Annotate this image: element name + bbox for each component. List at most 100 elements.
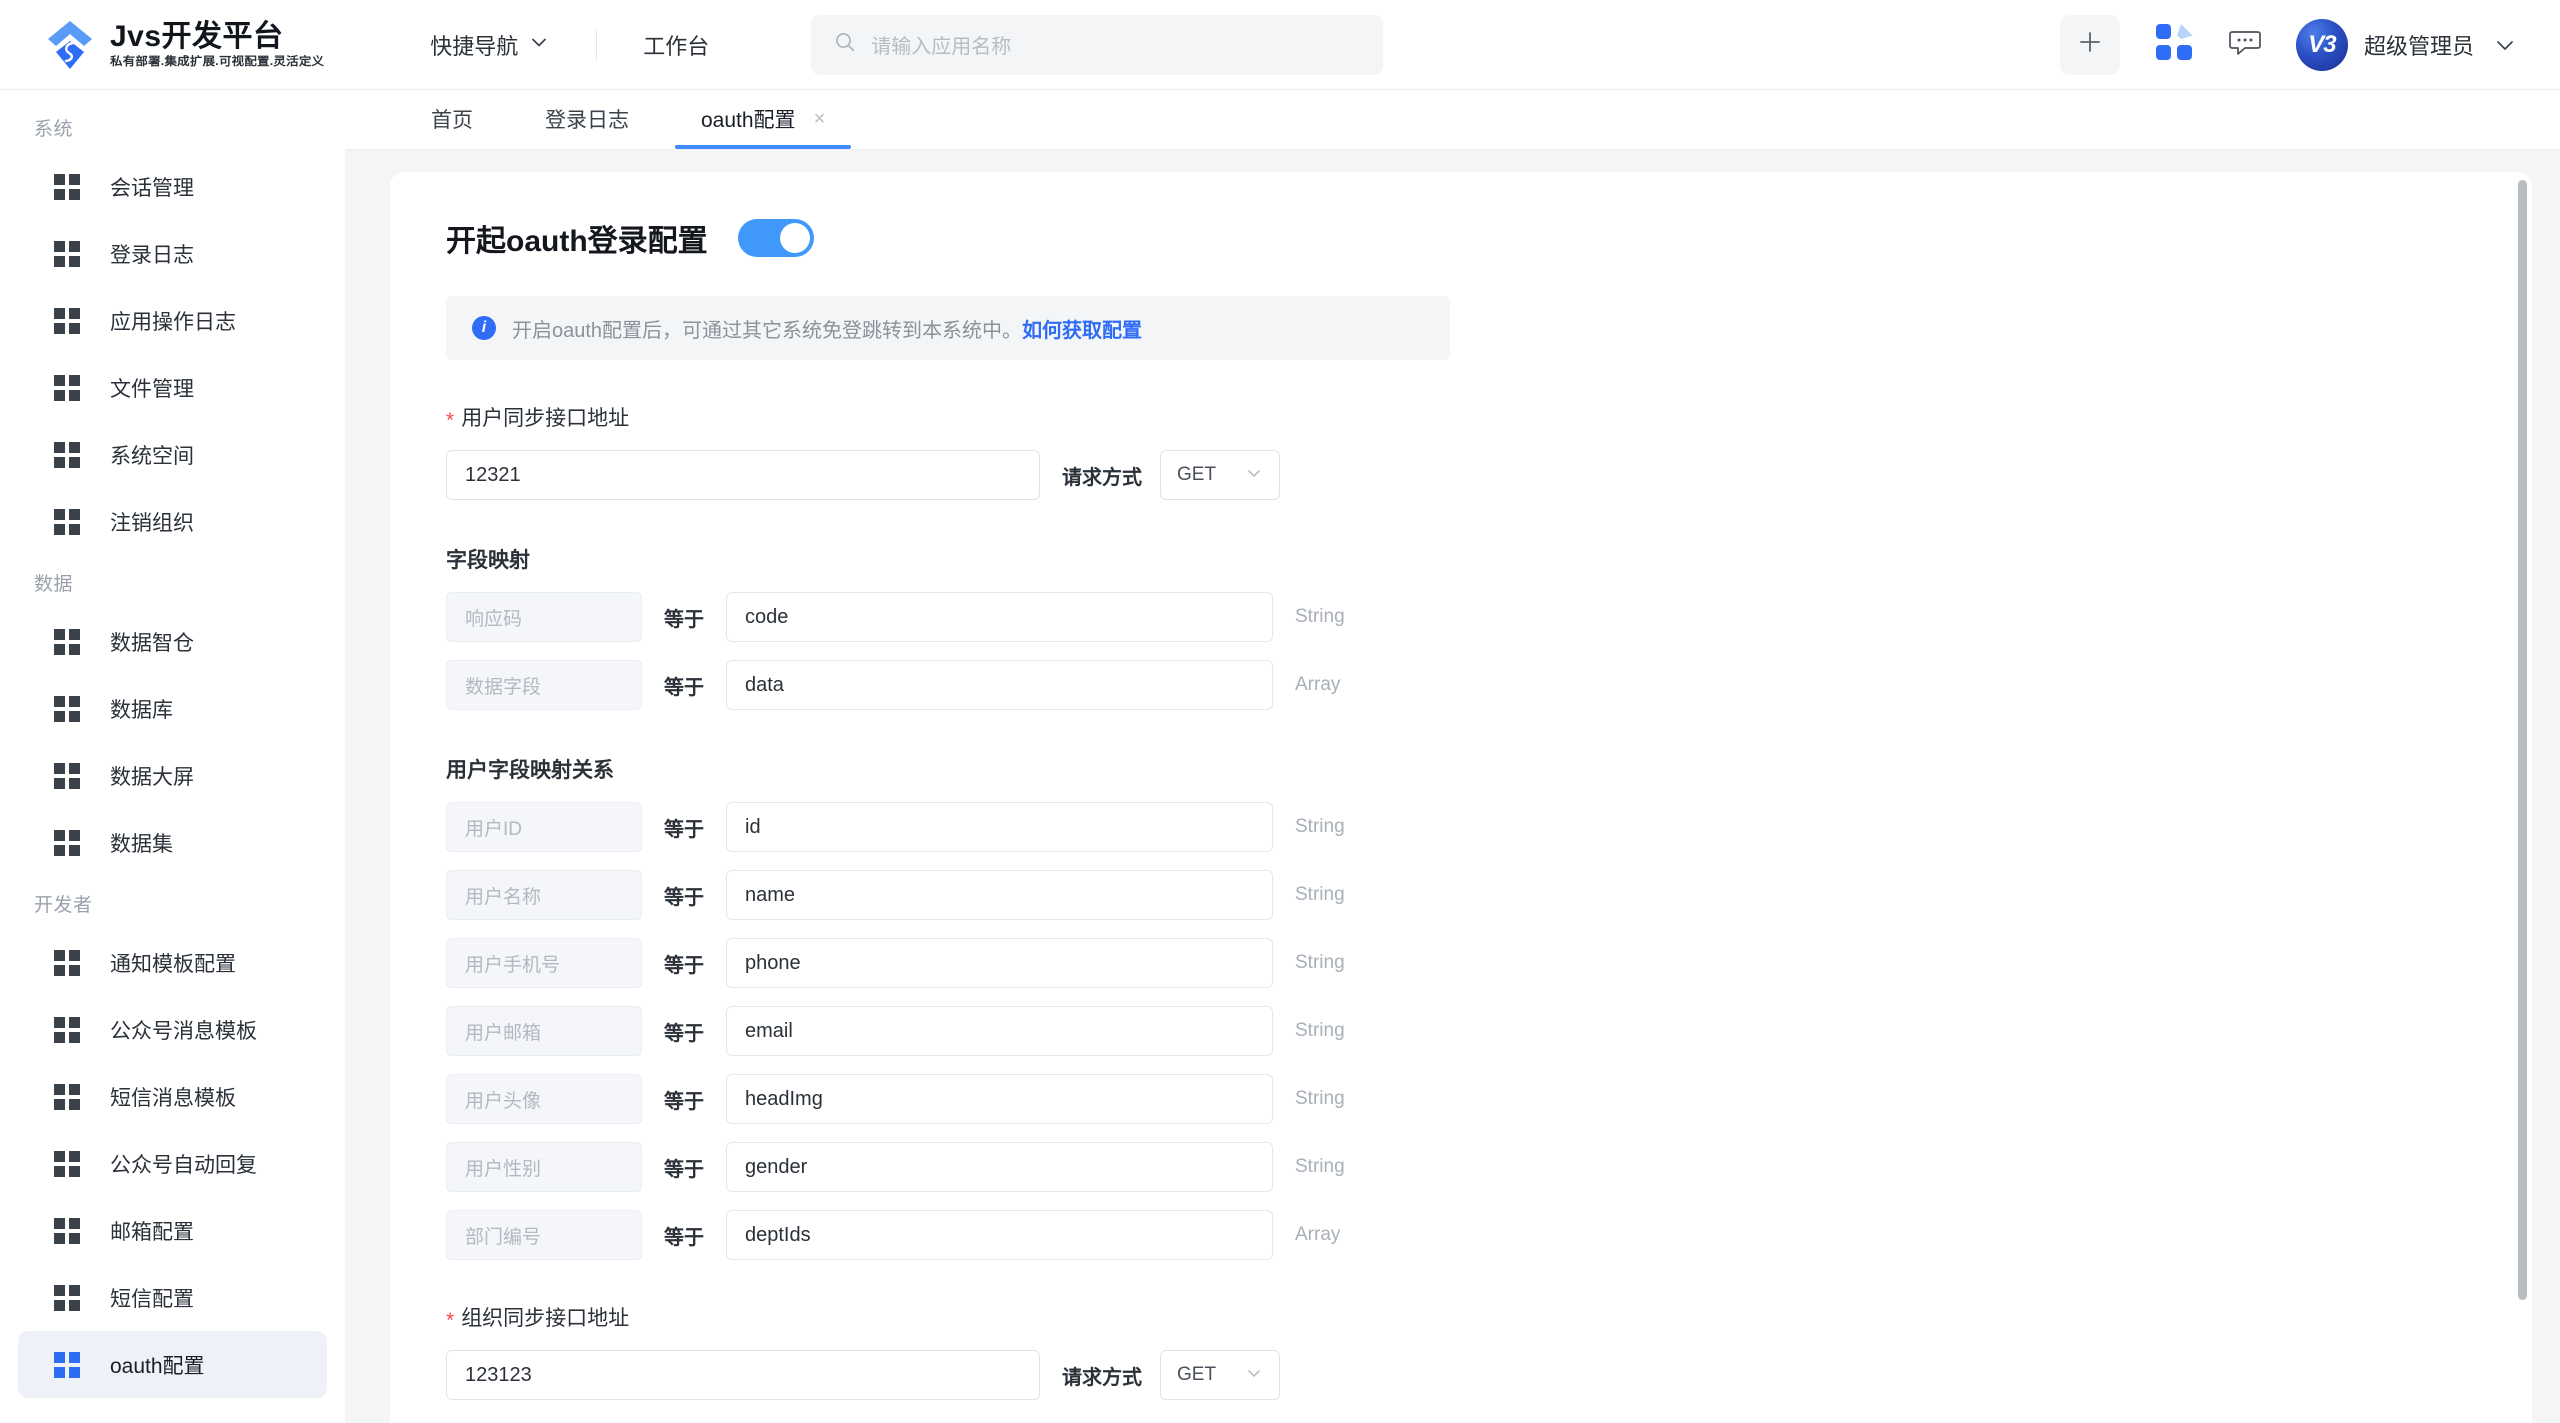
sidebar-group-title: 数据 [34, 574, 74, 595]
user-sync-api-row: 12321 请求方式 GET [446, 450, 2532, 500]
tab-1[interactable]: 登录日志 [519, 89, 655, 149]
mapping-value-input[interactable]: code [726, 592, 1273, 642]
sidebar-item-label: 文件管理 [110, 377, 194, 401]
tab-label: 登录日志 [545, 109, 629, 132]
sidebar-item-短信消息模板[interactable]: 短信消息模板 [18, 1063, 327, 1130]
equals-label: 等于 [664, 1226, 704, 1249]
sidebar: 系统 会话管理 登录日志 应用操作日志 文件管理 系统空间 注销组织 数据 数据智仓 数据库 数据大… [0, 90, 345, 1423]
top-nav: 快捷导航 工作台 [424, 29, 715, 61]
org-sync-api-input[interactable]: 123123 [446, 1350, 1040, 1400]
sidebar-item-数据大屏[interactable]: 数据大屏 [18, 742, 327, 809]
mapping-row: 用户手机号 等于 phone String [446, 938, 2532, 988]
mapping-row: 部门编号 等于 deptIds Array [446, 1210, 2532, 1260]
sidebar-item-数据集[interactable]: 数据集 [18, 809, 327, 876]
sidebar-item-登录日志[interactable]: 登录日志 [18, 220, 327, 287]
mapping-value-input[interactable]: name [726, 870, 1273, 920]
info-alert: i 开启oauth配置后，可通过其它系统免登跳转到本系统中。如何获取配置 [446, 296, 1450, 360]
content-scrollbar[interactable] [2518, 180, 2527, 1300]
brand-subtitle: 私有部署.集成扩展.可视配置.灵活定义 [110, 54, 325, 68]
sidebar-item-label: 数据智仓 [110, 631, 194, 655]
sidebar-item-oauth配置[interactable]: oauth配置 [18, 1331, 327, 1398]
mapping-value-input[interactable]: headImg [726, 1074, 1273, 1124]
sidebar-item-通知模板配置[interactable]: 通知模板配置 [18, 929, 327, 996]
mapping-type-label: Array [1295, 1224, 1341, 1245]
org-sync-method-value: GET [1177, 1364, 1217, 1385]
sidebar-item-短信配置[interactable]: 短信配置 [18, 1264, 327, 1331]
nav-workbench[interactable]: 工作台 [637, 29, 715, 61]
sidebar-item-label: 数据大屏 [110, 765, 194, 789]
info-alert-message: 开启oauth配置后，可通过其它系统免登跳转到本系统中。 [512, 319, 1023, 342]
org-sync-api-label: 组织同步接口地址 [461, 1307, 630, 1330]
mapping-value-input[interactable]: data [726, 660, 1273, 710]
tab-close-icon[interactable]: × [814, 109, 826, 129]
equals-label: 等于 [664, 818, 704, 841]
mapping-type-label: String [1295, 816, 1345, 837]
mapping-key-input[interactable]: 数据字段 [446, 660, 642, 710]
sidebar-item-会话管理[interactable]: 会话管理 [18, 153, 327, 220]
tab-0[interactable]: 首页 [405, 89, 499, 149]
sidebar-group-title: 开发者 [34, 895, 93, 916]
brand-title: Jvs开发平台 [110, 19, 284, 53]
sidebar-item-注销组织[interactable]: 注销组织 [18, 488, 327, 555]
mapping-key-input[interactable]: 响应码 [446, 592, 642, 642]
mapping-value-input[interactable]: email [726, 1006, 1273, 1056]
tab-bar: 首页 登录日志 oauth配置 × [345, 90, 2560, 150]
tab-2[interactable]: oauth配置 × [675, 89, 852, 149]
sidebar-item-文件管理[interactable]: 文件管理 [18, 354, 327, 421]
sidebar-item-应用操作日志[interactable]: 应用操作日志 [18, 287, 327, 354]
sidebar-item-数据智仓[interactable]: 数据智仓 [18, 608, 327, 675]
info-alert-text: 开启oauth配置后，可通过其它系统免登跳转到本系统中。如何获取配置 [512, 314, 1142, 343]
sidebar-item-公众号自动回复[interactable]: 公众号自动回复 [18, 1130, 327, 1197]
mapping-key-input[interactable]: 用户头像 [446, 1074, 642, 1124]
sidebar-item-label: 公众号自动回复 [110, 1153, 257, 1177]
sidebar-item-label: 应用操作日志 [110, 310, 236, 334]
mapping-key-input[interactable]: 用户名称 [446, 870, 642, 920]
mapping-value-input[interactable]: gender [726, 1142, 1273, 1192]
mapping-value-input[interactable]: phone [726, 938, 1273, 988]
grid-squares-icon [54, 1217, 80, 1244]
equals-label: 等于 [664, 1090, 704, 1113]
sidebar-item-label: 短信消息模板 [110, 1086, 236, 1110]
sidebar-item-label: oauth配置 [110, 1354, 205, 1378]
mapping-row: 数据字段 等于 data Array [446, 660, 2532, 710]
mapping-key-input[interactable]: 用户邮箱 [446, 1006, 642, 1056]
nav-quick-navigation[interactable]: 快捷导航 [424, 29, 556, 61]
mapping-value-input[interactable]: deptIds [726, 1210, 1273, 1260]
grid-squares-icon [54, 1016, 80, 1043]
grid-squares-icon [54, 240, 80, 267]
sidebar-item-数据库[interactable]: 数据库 [18, 675, 327, 742]
org-sync-method-select[interactable]: GET [1160, 1350, 1280, 1400]
mapping-key-input[interactable]: 用户ID [446, 802, 642, 852]
enable-oauth-toggle[interactable] [737, 219, 814, 257]
sidebar-item-公众号消息模板[interactable]: 公众号消息模板 [18, 996, 327, 1063]
grid-squares-icon [54, 695, 80, 722]
add-button[interactable] [2059, 14, 2120, 75]
mapping-row: 用户名称 等于 name String [446, 870, 2532, 920]
user-sync-method-select[interactable]: GET [1160, 450, 1280, 500]
equals-label: 等于 [664, 608, 704, 631]
how-to-get-config-link[interactable]: 如何获取配置 [1022, 320, 1142, 342]
jvs-logo-icon [42, 17, 98, 73]
sidebar-item-label: 登录日志 [110, 243, 194, 267]
nav-divider [596, 29, 598, 60]
search-input[interactable]: 请输入应用名称 [871, 30, 1011, 59]
mapping-key-input[interactable]: 用户手机号 [446, 938, 642, 988]
user-sync-api-label-row: * 用户同步接口地址 [446, 402, 2532, 432]
mapping-key-input[interactable]: 部门编号 [446, 1210, 642, 1260]
mapping-row: 响应码 等于 code String [446, 592, 2532, 642]
header-actions: V3 超级管理员 [2059, 14, 2518, 75]
brand[interactable]: Jvs开发平台 私有部署.集成扩展.可视配置.灵活定义 [42, 17, 324, 73]
mapping-value-input[interactable]: id [726, 802, 1273, 852]
search-box[interactable]: 请输入应用名称 [811, 14, 1384, 75]
mapping-key-input[interactable]: 用户性别 [446, 1142, 642, 1192]
grid-squares-icon [54, 441, 80, 468]
equals-label: 等于 [664, 1158, 704, 1181]
user-sync-api-input[interactable]: 12321 [446, 450, 1040, 500]
sidebar-item-邮箱配置[interactable]: 邮箱配置 [18, 1197, 327, 1264]
apps-button[interactable] [2154, 22, 2194, 67]
user-menu-chevron-down-icon[interactable] [2492, 32, 2518, 58]
user-sync-api-block: * 用户同步接口地址 12321 请求方式 GET [446, 402, 2532, 500]
avatar[interactable]: V3 [2295, 18, 2348, 71]
sidebar-item-系统空间[interactable]: 系统空间 [18, 421, 327, 488]
messages-button[interactable] [2228, 25, 2262, 64]
